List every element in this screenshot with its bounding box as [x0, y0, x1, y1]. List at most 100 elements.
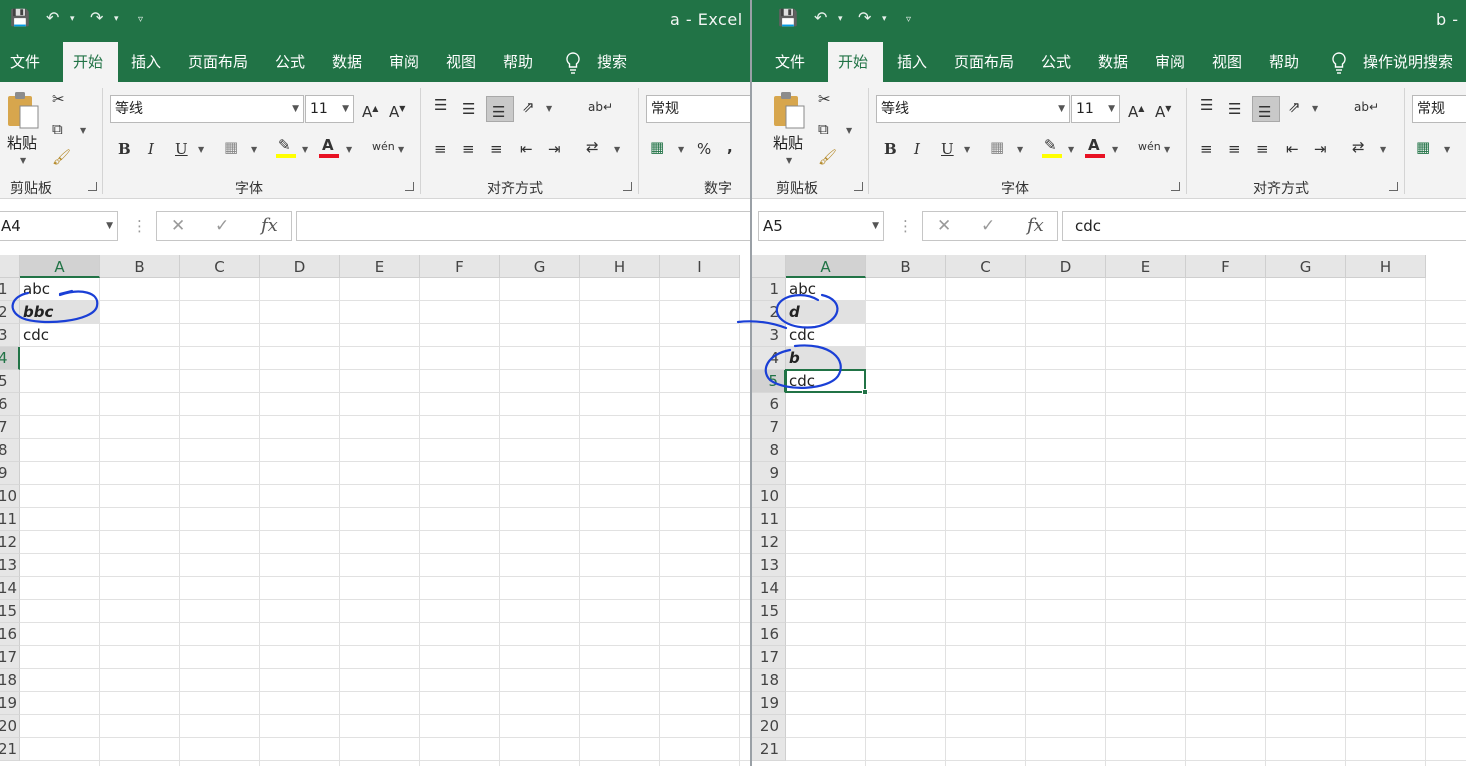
bold-icon[interactable]: B: [884, 140, 897, 158]
column-header-h[interactable]: H: [1346, 255, 1426, 278]
row-header-9[interactable]: 9: [752, 462, 786, 485]
clipboard-launcher-icon[interactable]: [88, 182, 97, 191]
cut-icon[interactable]: ✂: [52, 90, 65, 108]
align-right-icon[interactable]: ≡: [1256, 140, 1269, 158]
decrease-font-icon[interactable]: A▼: [389, 100, 405, 121]
tab-view[interactable]: 视图: [1202, 42, 1252, 82]
decrease-indent-icon[interactable]: ⇤: [1286, 140, 1299, 158]
alignment-launcher-icon[interactable]: [623, 182, 632, 191]
increase-font-icon[interactable]: A▲: [362, 100, 378, 121]
format-painter-icon[interactable]: 🖌: [818, 148, 837, 166]
tab-insert[interactable]: 插入: [121, 42, 171, 82]
row-header-12[interactable]: 12: [752, 531, 786, 554]
tab-help[interactable]: 帮助: [1259, 42, 1309, 82]
row-header-21[interactable]: 21: [752, 738, 786, 761]
row-header-21[interactable]: 21: [0, 738, 20, 761]
undo-icon[interactable]: ↶: [46, 8, 59, 27]
row-header-18[interactable]: 18: [752, 669, 786, 692]
formula-input[interactable]: cdc: [1062, 211, 1466, 241]
copy-dropdown-icon[interactable]: ▼: [80, 126, 86, 135]
column-header-c[interactable]: C: [946, 255, 1026, 278]
column-header-f[interactable]: F: [420, 255, 500, 278]
font-color-icon[interactable]: A: [322, 136, 334, 154]
column-header-h[interactable]: H: [580, 255, 660, 278]
row-header-14[interactable]: 14: [752, 577, 786, 600]
row-header-1[interactable]: 1: [0, 278, 20, 301]
accounting-format-icon[interactable]: ▦: [650, 138, 664, 156]
font-color-dropdown-icon[interactable]: ▼: [1112, 145, 1118, 154]
underline-dropdown-icon[interactable]: ▼: [198, 145, 204, 154]
align-left-icon[interactable]: ≡: [434, 140, 447, 158]
undo-dropdown-icon[interactable]: ▾: [838, 14, 843, 24]
copy-icon[interactable]: ⧉: [818, 120, 829, 138]
fill-color-dropdown-icon[interactable]: ▼: [1068, 145, 1074, 154]
row-header-2[interactable]: 2: [752, 301, 786, 324]
select-all-corner[interactable]: [0, 255, 20, 278]
tab-page-layout[interactable]: 页面布局: [944, 42, 1024, 82]
redo-icon[interactable]: ↷: [90, 8, 103, 27]
tab-formulas[interactable]: 公式: [1031, 42, 1081, 82]
wrap-text-icon[interactable]: ab↵: [588, 98, 613, 116]
tab-home[interactable]: 开始: [828, 42, 883, 82]
merge-center-icon[interactable]: ⇄: [1352, 138, 1365, 156]
worksheet-grid[interactable]: A B C D E F G H 1 2 3 4 5 6 7 8 9 10 11 12 13 14 15 16 17 18 19 20 2…: [752, 255, 1466, 766]
name-box[interactable]: A4 ▼: [0, 211, 118, 241]
alignment-launcher-icon[interactable]: [1389, 182, 1398, 191]
tab-file[interactable]: 文件: [765, 42, 815, 82]
cell-a2[interactable]: d: [786, 301, 865, 323]
cancel-icon[interactable]: ✕: [937, 216, 951, 236]
tab-data[interactable]: 数据: [322, 42, 372, 82]
cell-a1[interactable]: abc: [20, 278, 99, 300]
decrease-font-icon[interactable]: A▼: [1155, 100, 1171, 121]
align-top-icon[interactable]: ☰: [434, 96, 447, 114]
customize-qat-icon[interactable]: ▿: [906, 14, 911, 25]
wrap-text-icon[interactable]: ab↵: [1354, 98, 1379, 116]
percent-icon[interactable]: %: [697, 140, 711, 158]
row-header-8[interactable]: 8: [752, 439, 786, 462]
fill-handle[interactable]: [862, 389, 868, 395]
phonetic-dropdown-icon[interactable]: ▼: [1164, 145, 1170, 154]
comma-icon[interactable]: ,: [727, 138, 733, 156]
row-header-7[interactable]: 7: [0, 416, 20, 439]
customize-qat-icon[interactable]: ▿: [138, 14, 143, 25]
cut-icon[interactable]: ✂: [818, 90, 831, 108]
save-icon[interactable]: 💾: [10, 8, 30, 27]
row-header-10[interactable]: 10: [0, 485, 20, 508]
enter-icon[interactable]: ✓: [981, 216, 995, 236]
accounting-dropdown-icon[interactable]: ▼: [1444, 145, 1450, 154]
tab-review[interactable]: 审阅: [379, 42, 429, 82]
row-header-17[interactable]: 17: [752, 646, 786, 669]
font-size-select[interactable]: 11 ▼: [1071, 95, 1120, 123]
row-header-7[interactable]: 7: [752, 416, 786, 439]
font-launcher-icon[interactable]: [1171, 182, 1180, 191]
row-header-10[interactable]: 10: [752, 485, 786, 508]
font-name-select[interactable]: 等线 ▼: [110, 95, 304, 123]
row-header-20[interactable]: 20: [0, 715, 20, 738]
font-color-icon[interactable]: A: [1088, 136, 1100, 154]
number-format-select[interactable]: 常规: [646, 95, 750, 123]
column-header-a[interactable]: A: [20, 255, 100, 278]
column-header-a[interactable]: A: [786, 255, 866, 278]
bold-icon[interactable]: B: [118, 140, 131, 158]
undo-dropdown-icon[interactable]: ▾: [70, 14, 75, 24]
fill-color-dropdown-icon[interactable]: ▼: [302, 145, 308, 154]
column-header-e[interactable]: E: [340, 255, 420, 278]
column-header-e[interactable]: E: [1106, 255, 1186, 278]
merge-dropdown-icon[interactable]: ▼: [614, 145, 620, 154]
row-header-5[interactable]: 5: [0, 370, 20, 393]
orientation-icon[interactable]: ⇗: [522, 98, 535, 116]
font-launcher-icon[interactable]: [405, 182, 414, 191]
phonetic-dropdown-icon[interactable]: ▼: [398, 145, 404, 154]
column-header-c[interactable]: C: [180, 255, 260, 278]
cell-a2[interactable]: bbc: [20, 301, 99, 323]
worksheet-grid[interactable]: A B C D E F G H I 1 2 3 4 5 6 7 8 9 10 11 12 13 14 15 16 17 18 19 20…: [0, 255, 750, 766]
row-header-6[interactable]: 6: [752, 393, 786, 416]
row-header-18[interactable]: 18: [0, 669, 20, 692]
column-header-b[interactable]: B: [866, 255, 946, 278]
paste-dropdown-icon[interactable]: ▼: [20, 156, 26, 165]
tell-me-search[interactable]: 搜索: [587, 42, 637, 82]
row-header-19[interactable]: 19: [752, 692, 786, 715]
decrease-indent-icon[interactable]: ⇤: [520, 140, 533, 158]
column-header-g[interactable]: G: [1266, 255, 1346, 278]
row-header-1[interactable]: 1: [752, 278, 786, 301]
